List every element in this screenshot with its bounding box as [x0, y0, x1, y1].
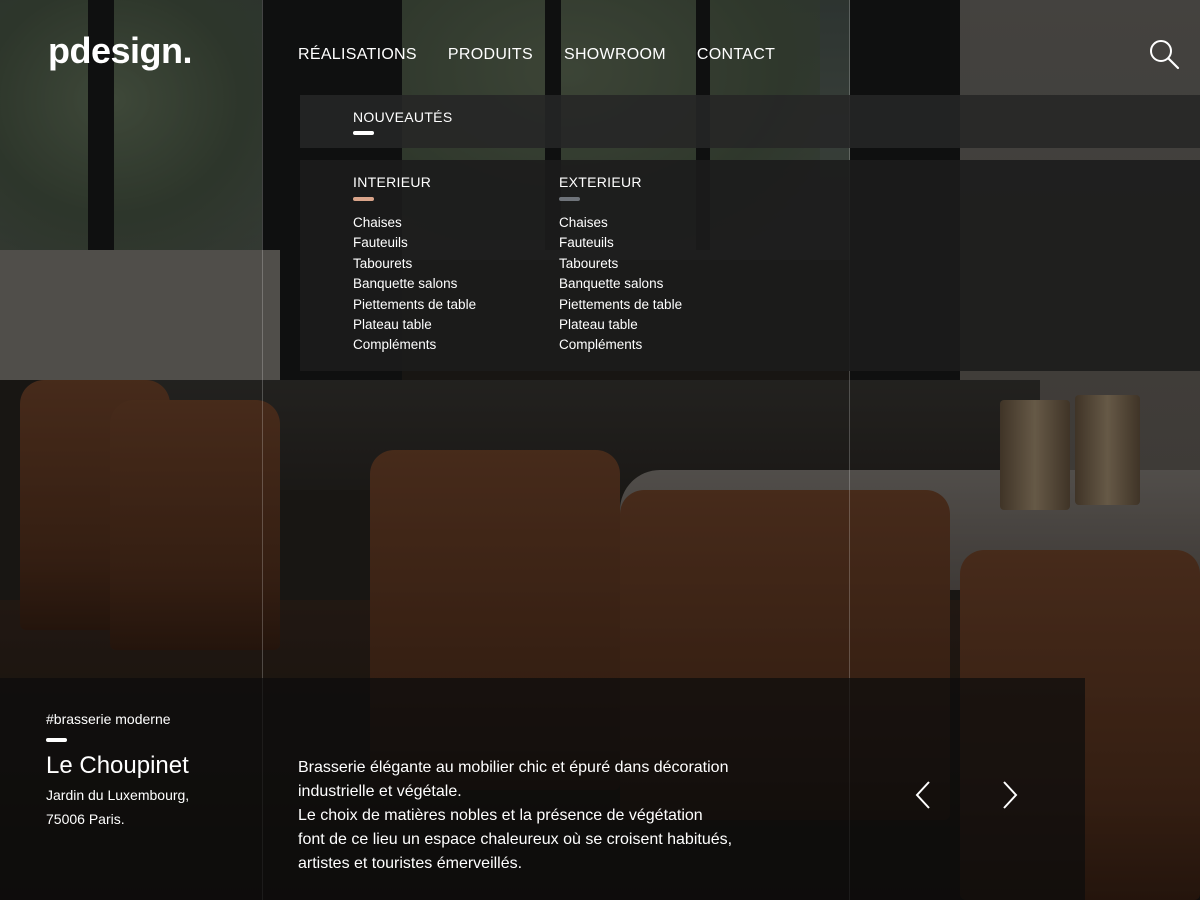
menu-item[interactable]: Fauteuils	[353, 233, 476, 253]
description-line: industrielle et végétale.	[298, 783, 462, 800]
nav-item-contact[interactable]: CONTACT	[697, 46, 775, 64]
nav-item-realisations[interactable]: RÉALISATIONS	[298, 46, 417, 64]
menu-item[interactable]: Piettements de table	[353, 295, 476, 315]
search-icon[interactable]	[1148, 38, 1180, 70]
project-address: Jardin du Luxembourg, 75006 Paris.	[46, 783, 189, 831]
menu-item-label[interactable]: Compléments	[353, 337, 436, 352]
menu-list-interieur: Chaises Fauteuils Tabourets Banquette sa…	[353, 213, 476, 356]
menu-column-title-interieur[interactable]: INTERIEUR	[353, 174, 431, 190]
description-line: Le choix de matières nobles et la présen…	[298, 807, 703, 824]
menu-item-label[interactable]: Fauteuils	[353, 235, 408, 250]
active-indicator	[353, 131, 374, 135]
menu-list-exterieur: Chaises Fauteuils Tabourets Banquette sa…	[559, 213, 682, 356]
menu-item[interactable]: Compléments	[353, 335, 476, 355]
menu-item-label[interactable]: Plateau table	[353, 317, 432, 332]
menu-item-label[interactable]: Compléments	[559, 337, 642, 352]
menu-item[interactable]: Banquette salons	[559, 274, 682, 294]
menu-item-label[interactable]: Plateau table	[559, 317, 638, 332]
menu-item[interactable]: Fauteuils	[559, 233, 682, 253]
menu-item[interactable]: Piettements de table	[559, 295, 682, 315]
menu-item[interactable]: Compléments	[559, 335, 682, 355]
menu-item-label[interactable]: Fauteuils	[559, 235, 614, 250]
menu-item-label[interactable]: Chaises	[353, 215, 402, 230]
menu-item[interactable]: Banquette salons	[353, 274, 476, 294]
chevron-left-icon[interactable]	[914, 780, 934, 810]
project-name: Le Choupinet	[46, 752, 189, 779]
description-line: Brasserie élégante au mobilier chic et é…	[298, 759, 729, 776]
project-description: Brasserie élégante au mobilier chic et é…	[298, 756, 838, 876]
tag-underline	[46, 738, 67, 742]
description-line: font de ce lieu un espace chaleureux où …	[298, 831, 733, 848]
chevron-right-icon[interactable]	[999, 780, 1019, 810]
nav-item-produits[interactable]: PRODUITS	[448, 46, 533, 64]
menu-item[interactable]: Tabourets	[353, 254, 476, 274]
menu-item[interactable]: Chaises	[353, 213, 476, 233]
nav-item-showroom[interactable]: SHOWROOM	[564, 46, 666, 64]
menu-item-label[interactable]: Tabourets	[559, 256, 618, 271]
column-underline-exterieur	[559, 197, 580, 201]
chevron-right-graphic	[1003, 781, 1018, 809]
column-underline-interieur	[353, 197, 374, 201]
search-icon-graphic	[1150, 40, 1180, 70]
menu-item-label[interactable]: Tabourets	[353, 256, 412, 271]
menu-item-label[interactable]: Piettements de table	[559, 297, 682, 312]
menu-item-label[interactable]: Banquette salons	[353, 276, 457, 291]
address-line: 75006 Paris.	[46, 811, 125, 827]
menu-item-label[interactable]: Piettements de table	[353, 297, 476, 312]
chevron-left-graphic	[915, 781, 930, 809]
menu-column-title-exterieur[interactable]: EXTERIEUR	[559, 174, 642, 190]
address-line: Jardin du Luxembourg,	[46, 787, 190, 803]
submenu-nouveautes[interactable]: NOUVEAUTÉS	[353, 109, 452, 125]
brand-logo[interactable]: pdesign.	[48, 30, 193, 72]
menu-item[interactable]: Chaises	[559, 213, 682, 233]
menu-item[interactable]: Tabourets	[559, 254, 682, 274]
main-navigation: RÉALISATIONS PRODUITS SHOWROOM CONTACT	[298, 46, 806, 64]
menu-item-label[interactable]: Banquette salons	[559, 276, 663, 291]
menu-item[interactable]: Plateau table	[559, 315, 682, 335]
description-line: artistes et touristes émerveillés.	[298, 855, 523, 872]
project-tag[interactable]: #brasserie moderne	[46, 711, 171, 727]
menu-item-label[interactable]: Chaises	[559, 215, 608, 230]
menu-item[interactable]: Plateau table	[353, 315, 476, 335]
